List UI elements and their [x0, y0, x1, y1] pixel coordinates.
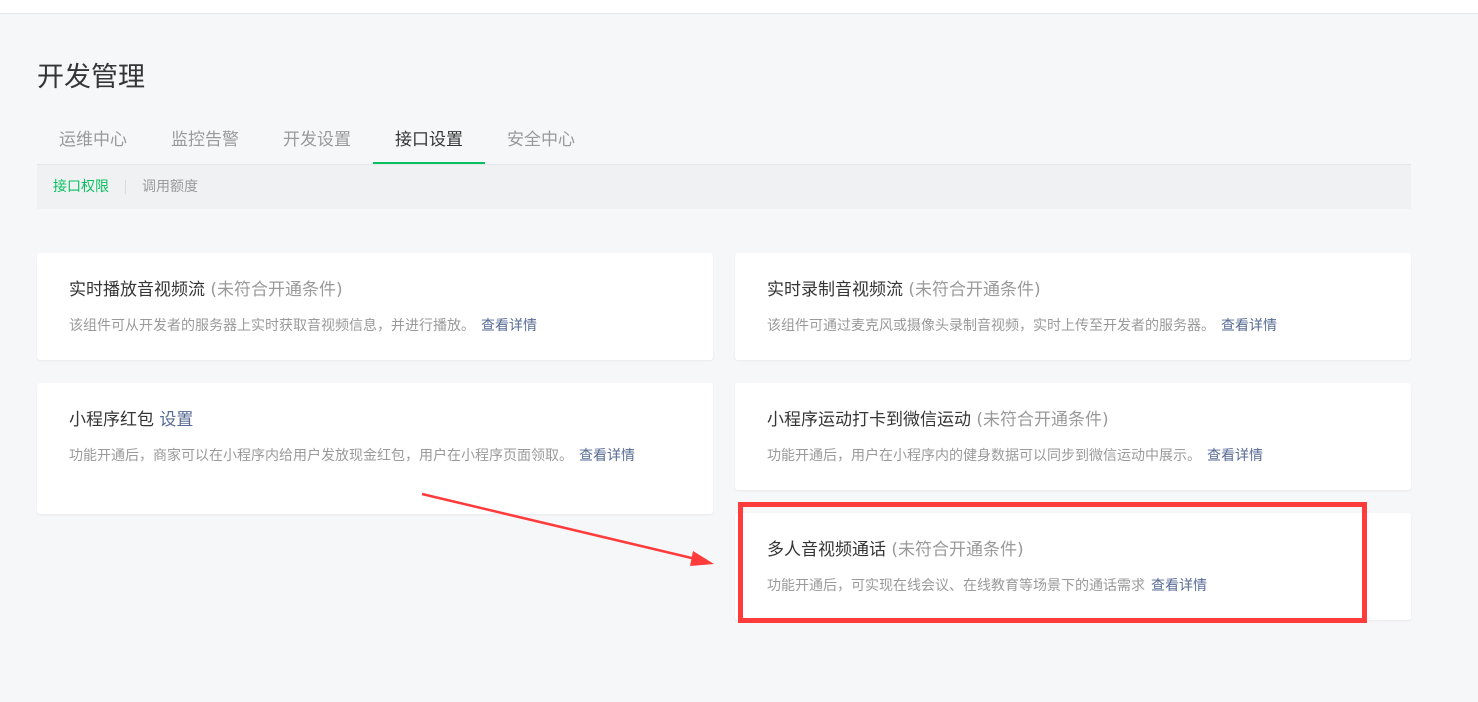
feature-card-live-pusher: 实时录制音视频流 (未符合开通条件) 该组件可通过麦克风或摄像头录制音视频，实时… — [735, 253, 1411, 360]
main-tabs: 运维中心 监控告警 开发设置 接口设置 安全中心 — [37, 117, 1411, 165]
card-title: 小程序红包 — [69, 410, 154, 430]
page-title: 开发管理 — [37, 62, 145, 93]
arrow-head — [690, 551, 714, 566]
card-description-line: 该组件可从开发者的服务器上实时获取音视频信息，并进行播放。 查看详情 — [69, 313, 681, 339]
view-details-link[interactable]: 查看详情 — [1207, 448, 1263, 464]
card-title: 实时录制音视频流 — [767, 280, 903, 300]
card-description: 功能开通后，用户在小程序内的健身数据可以同步到微信运动中展示。 — [767, 448, 1201, 464]
card-status: (未符合开通条件) — [976, 410, 1109, 430]
card-title: 多人音视频通话 — [767, 540, 886, 560]
card-title-line: 小程序运动打卡到微信运动 (未符合开通条件) — [767, 407, 1379, 433]
tab-ops-center[interactable]: 运维中心 — [37, 117, 149, 164]
feature-card-live-player: 实时播放音视频流 (未符合开通条件) 该组件可从开发者的服务器上实时获取音视频信… — [37, 253, 713, 360]
subnav-call-quota[interactable]: 调用额度 — [126, 179, 214, 195]
tab-security-center[interactable]: 安全中心 — [485, 117, 597, 164]
card-description: 功能开通后，可实现在线会议、在线教育等场景下的通话需求 — [767, 578, 1145, 594]
settings-link[interactable]: 设置 — [159, 410, 193, 430]
view-details-link[interactable]: 查看详情 — [579, 448, 635, 464]
feature-card-werun-sync: 小程序运动打卡到微信运动 (未符合开通条件) 功能开通后，用户在小程序内的健身数… — [735, 383, 1411, 490]
feature-card-red-packet: 小程序红包 设置 功能开通后，商家可以在小程序内给用户发放现金红包，用户在小程序… — [37, 383, 713, 514]
view-details-link[interactable]: 查看详情 — [1221, 318, 1277, 334]
card-title: 小程序运动打卡到微信运动 — [767, 410, 971, 430]
card-description: 功能开通后，商家可以在小程序内给用户发放现金红包，用户在小程序页面领取。 — [69, 448, 573, 464]
card-title-line: 多人音视频通话 (未符合开通条件) — [767, 537, 1379, 563]
card-description: 该组件可通过麦克风或摄像头录制音视频，实时上传至开发者的服务器。 — [767, 318, 1215, 334]
card-title-line: 实时播放音视频流 (未符合开通条件) — [69, 277, 681, 303]
card-status: (未符合开通条件) — [210, 280, 343, 300]
card-title-line: 小程序红包 设置 — [69, 407, 681, 433]
card-description-line: 该组件可通过麦克风或摄像头录制音视频，实时上传至开发者的服务器。 查看详情 — [767, 313, 1379, 339]
card-description-line: 功能开通后，商家可以在小程序内给用户发放现金红包，用户在小程序页面领取。 查看详情 — [69, 443, 681, 469]
card-description-line: 功能开通后，可实现在线会议、在线教育等场景下的通话需求 查看详情 — [767, 573, 1379, 599]
card-status: (未符合开通条件) — [891, 540, 1024, 560]
top-bar — [0, 0, 1478, 14]
tab-monitoring-alerts[interactable]: 监控告警 — [149, 117, 261, 164]
card-title: 实时播放音视频流 — [69, 280, 205, 300]
subnav-api-permissions[interactable]: 接口权限 — [37, 179, 125, 195]
card-description-line: 功能开通后，用户在小程序内的健身数据可以同步到微信运动中展示。 查看详情 — [767, 443, 1379, 469]
feature-card-multi-voip: 多人音视频通话 (未符合开通条件) 功能开通后，可实现在线会议、在线教育等场景下… — [735, 513, 1411, 620]
card-title-line: 实时录制音视频流 (未符合开通条件) — [767, 277, 1379, 303]
view-details-link[interactable]: 查看详情 — [481, 318, 537, 334]
card-status: (未符合开通条件) — [908, 280, 1041, 300]
view-details-link[interactable]: 查看详情 — [1151, 578, 1207, 594]
sub-navigation: 接口权限 调用额度 — [37, 165, 1411, 209]
tab-dev-settings[interactable]: 开发设置 — [261, 117, 373, 164]
card-description: 该组件可从开发者的服务器上实时获取音视频信息，并进行播放。 — [69, 318, 475, 334]
tab-api-settings[interactable]: 接口设置 — [373, 117, 485, 164]
